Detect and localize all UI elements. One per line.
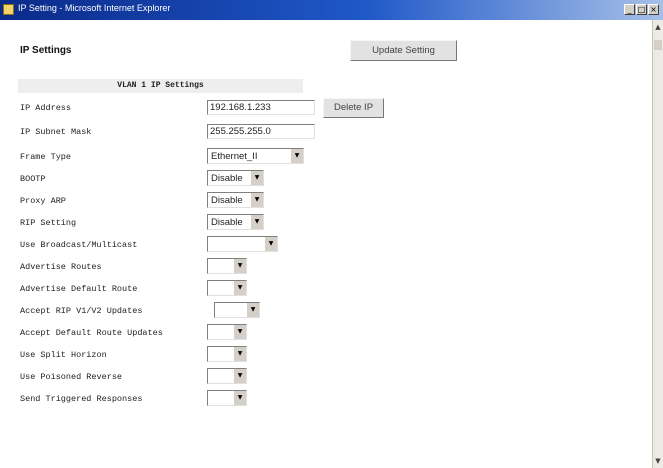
chevron-down-icon[interactable]: ▼ <box>233 325 246 339</box>
accept-rip-select[interactable]: ▼ <box>214 302 260 318</box>
minimize-icon[interactable]: _ <box>624 4 635 15</box>
advertise-routes-select[interactable]: ▼ <box>207 258 247 274</box>
proxy-arp-label: Proxy ARP <box>20 196 66 206</box>
rip-setting-value: Disable <box>211 217 243 228</box>
triggered-responses-select[interactable]: ▼ <box>207 390 247 406</box>
accept-default-route-select[interactable]: ▼ <box>207 324 247 340</box>
ip-address-label: IP Address <box>20 103 72 113</box>
page-title: IP Settings <box>20 45 72 56</box>
bootp-value: Disable <box>211 173 243 184</box>
bootp-select[interactable]: Disable ▼ <box>207 170 264 186</box>
window-titlebar: IP Setting - Microsoft Internet Explorer… <box>0 0 663 20</box>
vertical-scrollbar[interactable]: ▲ ▼ <box>652 20 663 468</box>
scroll-down-icon[interactable]: ▼ <box>653 456 663 466</box>
ip-address-input[interactable]: 192.168.1.233 <box>207 100 315 115</box>
chevron-down-icon[interactable]: ▼ <box>246 303 259 317</box>
chevron-down-icon[interactable]: ▼ <box>233 391 246 405</box>
update-setting-button[interactable]: Update Setting <box>350 40 457 61</box>
chevron-down-icon[interactable]: ▼ <box>264 237 277 251</box>
section-header: VLAN 1 IP Settings <box>18 79 303 93</box>
split-horizon-label: Use Split Horizon <box>20 350 107 360</box>
subnet-mask-label: IP Subnet Mask <box>20 127 92 137</box>
proxy-arp-select[interactable]: Disable ▼ <box>207 192 264 208</box>
scroll-up-icon[interactable]: ▲ <box>653 22 663 32</box>
chevron-down-icon[interactable]: ▼ <box>250 193 263 207</box>
window-title: IP Setting - Microsoft Internet Explorer <box>18 3 171 13</box>
close-icon[interactable]: × <box>648 4 659 15</box>
frame-type-value: Ethernet_II <box>211 151 258 162</box>
scrollbar-thumb[interactable] <box>654 40 662 50</box>
advertise-default-route-label: Advertise Default Route <box>20 284 138 294</box>
proxy-arp-value: Disable <box>211 195 243 206</box>
chevron-down-icon[interactable]: ▼ <box>233 347 246 361</box>
accept-rip-label: Accept RIP V1/V2 Updates <box>20 306 143 316</box>
chevron-down-icon[interactable]: ▼ <box>250 171 263 185</box>
triggered-responses-label: Send Triggered Responses <box>20 394 143 404</box>
maximize-icon[interactable]: □ <box>636 4 647 15</box>
split-horizon-select[interactable]: ▼ <box>207 346 247 362</box>
bootp-label: BOOTP <box>20 174 46 184</box>
chevron-down-icon[interactable]: ▼ <box>250 215 263 229</box>
advertise-default-route-select[interactable]: ▼ <box>207 280 247 296</box>
broadcast-select[interactable]: ▼ <box>207 236 278 252</box>
advertise-routes-label: Advertise Routes <box>20 262 102 272</box>
chevron-down-icon[interactable]: ▼ <box>233 259 246 273</box>
rip-setting-select[interactable]: Disable ▼ <box>207 214 264 230</box>
browser-icon <box>3 4 14 15</box>
subnet-mask-input[interactable]: 255.255.255.0 <box>207 124 315 139</box>
broadcast-label: Use Broadcast/Multicast <box>20 240 138 250</box>
accept-default-route-label: Accept Default Route Updates <box>20 328 163 338</box>
frame-type-label: Frame Type <box>20 152 72 162</box>
chevron-down-icon[interactable]: ▼ <box>290 149 303 163</box>
poisoned-reverse-select[interactable]: ▼ <box>207 368 247 384</box>
chevron-down-icon[interactable]: ▼ <box>233 369 246 383</box>
rip-setting-label: RIP Setting <box>20 218 77 228</box>
poisoned-reverse-label: Use Poisoned Reverse <box>20 372 123 382</box>
chevron-down-icon[interactable]: ▼ <box>233 281 246 295</box>
frame-type-select[interactable]: Ethernet_II ▼ <box>207 148 304 164</box>
delete-ip-button[interactable]: Delete IP <box>323 98 384 118</box>
